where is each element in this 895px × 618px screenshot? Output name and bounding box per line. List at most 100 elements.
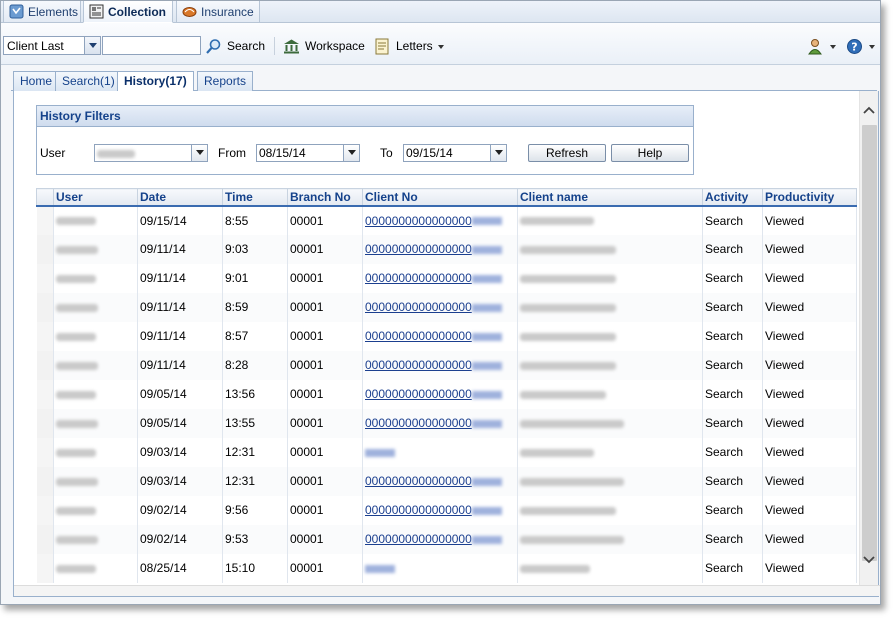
client-no-link[interactable]: 0000000000000000 (365, 358, 472, 372)
to-date-picker[interactable]: 09/15/14 (403, 144, 507, 162)
branch-no-cell: 00001 (287, 234, 363, 264)
client-no-redacted (471, 419, 502, 428)
table-row[interactable]: 09/03/14 12:31 00001 0000000000000000 Search… (36, 466, 857, 496)
client-no-cell[interactable]: 0000000000000000 (362, 205, 518, 235)
toolbar: Client Last Search Workspace Letters ? (1, 23, 880, 65)
scrollbar-thumb[interactable] (862, 125, 877, 561)
client-no-cell[interactable]: 0000000000000000 (362, 263, 518, 293)
client-no-cell[interactable]: 0000000000000000 (362, 321, 518, 351)
scroll-down-icon[interactable] (863, 553, 875, 565)
column-header-branch-no[interactable]: Branch No (287, 188, 363, 207)
chevron-down-icon[interactable] (84, 37, 100, 54)
column-header-client-name[interactable]: Client name (517, 188, 703, 207)
table-row[interactable]: 09/15/14 8:55 00001 0000000000000000 Search V… (36, 205, 857, 235)
row-number-cell (36, 524, 54, 554)
table-row[interactable]: 09/02/14 9:53 00001 0000000000000000 Search V… (36, 524, 857, 554)
tab-history[interactable]: History(17) (117, 71, 194, 92)
search-button[interactable]: Search (205, 35, 265, 57)
client-no-link[interactable]: 0000000000000000 (365, 387, 472, 401)
client-no-link[interactable]: 0000000000000000 (365, 503, 472, 517)
time-cell: 13:55 (222, 408, 288, 438)
branch-no-cell: 00001 (287, 466, 363, 496)
app-tab-elements[interactable]: Elements (3, 1, 81, 23)
scroll-up-icon[interactable] (863, 105, 875, 117)
table-row[interactable]: 09/11/14 9:01 00001 0000000000000000 Search V… (36, 263, 857, 293)
toolbar-divider (274, 37, 275, 55)
client-no-cell[interactable]: 0000000000000000 (362, 466, 518, 496)
client-no-cell[interactable]: 0000000000000000 (362, 524, 518, 554)
table-row[interactable]: 09/02/14 9:56 00001 0000000000000000 Search V… (36, 495, 857, 525)
table-row[interactable]: 09/11/14 8:59 00001 0000000000000000 Search V… (36, 292, 857, 322)
client-no-cell[interactable]: 0000000000000000 (362, 495, 518, 525)
table-row[interactable]: 09/05/14 13:56 00001 0000000000000000 Search… (36, 379, 857, 409)
letters-menu-button[interactable]: Letters (374, 35, 444, 57)
vertical-scrollbar[interactable] (859, 91, 878, 585)
date-cell: 09/11/14 (137, 234, 223, 264)
search-input[interactable] (102, 36, 201, 55)
client-no-link[interactable]: 0000000000000000 (365, 329, 472, 343)
column-header-time[interactable]: Time (222, 188, 288, 207)
column-header-productivity[interactable]: Productivity (762, 188, 857, 207)
table-row[interactable]: 09/11/14 8:57 00001 0000000000000000 Search V… (36, 321, 857, 351)
from-date-picker[interactable]: 08/15/14 (256, 144, 360, 162)
app-tab-label: Insurance (201, 5, 254, 19)
activity-cell: Search (702, 234, 763, 264)
client-no-link[interactable]: 0000000000000000 (365, 416, 472, 430)
time-cell: 8:28 (222, 350, 288, 380)
client-name-cell (517, 553, 703, 583)
client-no-cell[interactable]: 0000000000000000 (362, 379, 518, 409)
chevron-down-icon[interactable] (191, 145, 207, 161)
workspace-button[interactable]: Workspace (283, 35, 365, 57)
chevron-down-icon[interactable] (490, 145, 506, 161)
tab-home[interactable]: Home (13, 71, 60, 91)
app-tab-collection[interactable]: Collection (83, 1, 173, 23)
productivity-cell: Viewed (762, 466, 857, 496)
column-header-date[interactable]: Date (137, 188, 223, 207)
branch-no-cell: 00001 (287, 350, 363, 380)
row-number-cell (36, 437, 54, 467)
user-menu-button[interactable] (807, 35, 836, 57)
client-no-link[interactable]: 0000000000000000 (365, 532, 472, 546)
client-name-cell (517, 495, 703, 525)
app-tab-insurance[interactable]: Insurance (176, 1, 260, 23)
table-row[interactable]: 09/05/14 13:55 00001 0000000000000000 Search… (36, 408, 857, 438)
client-no-link[interactable]: 0000000000000000 (365, 300, 472, 314)
client-no-cell[interactable]: 0000000000000000 (362, 408, 518, 438)
chevron-down-icon[interactable] (343, 145, 359, 161)
help-menu-button[interactable]: ? (846, 35, 875, 57)
column-header-user[interactable]: User (53, 188, 138, 207)
table-row[interactable]: 09/11/14 8:28 00001 0000000000000000 Search V… (36, 350, 857, 380)
table-row[interactable]: 09/11/14 9:03 00001 0000000000000000 Search V… (36, 234, 857, 264)
help-button[interactable]: Help (611, 144, 689, 162)
time-cell: 8:59 (222, 292, 288, 322)
client-no-cell[interactable]: 0000000000000000 (362, 234, 518, 264)
search-field-select[interactable]: Client Last (3, 36, 101, 55)
client-no-link[interactable]: 0000000000000000 (365, 242, 472, 256)
client-no-link[interactable]: 0000000000000000 (365, 474, 472, 488)
horizontal-scrollbar[interactable] (14, 585, 880, 596)
user-cell (53, 292, 138, 322)
refresh-button[interactable]: Refresh (528, 144, 606, 162)
client-no-link[interactable]: 0000000000000000 (365, 271, 472, 285)
tab-reports[interactable]: Reports (197, 71, 254, 91)
column-header-client-no[interactable]: Client No (362, 188, 518, 207)
user-filter-value (97, 146, 135, 160)
column-header-activity[interactable]: Activity (702, 188, 763, 207)
chevron-down-icon (869, 44, 875, 49)
search-field-value: Client Last (7, 39, 64, 53)
client-no-cell[interactable] (362, 437, 518, 467)
row-number-header (36, 188, 54, 207)
date-cell: 09/11/14 (137, 350, 223, 380)
chevron-down-icon (437, 44, 444, 49)
row-number-cell (36, 263, 54, 293)
client-no-cell[interactable]: 0000000000000000 (362, 350, 518, 380)
client-no-cell[interactable] (362, 553, 518, 583)
client-no-link[interactable]: 0000000000000000 (365, 214, 472, 228)
client-no-cell[interactable]: 0000000000000000 (362, 292, 518, 322)
productivity-cell: Viewed (762, 553, 857, 583)
table-row[interactable]: 08/25/14 15:10 00001 Search Viewed (36, 553, 857, 583)
table-row[interactable]: 09/03/14 12:31 00001 Search Viewed (36, 437, 857, 467)
tab-search[interactable]: Search(1) (55, 71, 122, 91)
user-filter-select[interactable] (94, 144, 208, 162)
date-cell: 09/05/14 (137, 379, 223, 409)
